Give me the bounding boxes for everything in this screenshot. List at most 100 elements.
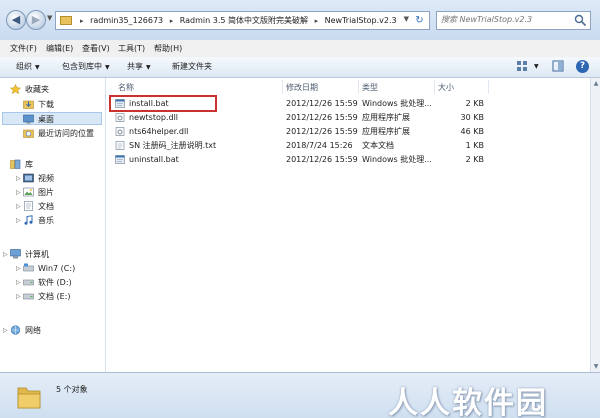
chevron-down-icon: ▼ — [35, 64, 40, 71]
expand-arrow-icon[interactable]: ▷ — [16, 217, 21, 224]
nav-desktop[interactable]: 桌面 — [2, 112, 102, 125]
recent-pages-dropdown-icon[interactable]: ▼ — [47, 14, 52, 22]
system-drive-icon — [23, 263, 34, 271]
column-header-modified[interactable]: 修改日期 — [286, 82, 318, 93]
file-row-uninstall-bat[interactable]: uninstall.bat 2012/12/26 15:59 Windows 批… — [106, 153, 546, 166]
view-dropdown-icon[interactable]: ▼ — [534, 63, 539, 70]
nav-libraries[interactable]: 库 — [10, 158, 33, 171]
nav-drive-d[interactable]: 软件 (D:) — [23, 276, 72, 289]
chevron-down-icon: ▼ — [105, 64, 110, 71]
column-header-name[interactable]: 名称 — [118, 82, 134, 93]
address-bar[interactable]: ▸ radmin35_126673 ▸ Radmin 3.5 简体中文版附完美破… — [55, 11, 430, 30]
item-count: 5 个对象 — [56, 385, 88, 394]
expand-arrow-icon[interactable]: ▷ — [16, 279, 21, 286]
file-type: Windows 批处理... — [362, 155, 432, 164]
nav-documents[interactable]: 文档 — [23, 200, 54, 213]
file-list: 名称 修改日期 类型 大小 install.bat 2012/12/26 15:… — [106, 78, 590, 372]
nav-label: 文档 (E:) — [38, 292, 71, 301]
column-divider[interactable] — [282, 80, 283, 94]
annotation-highlight-box — [109, 95, 217, 112]
organize-label: 组织 — [16, 62, 32, 71]
back-button[interactable]: ◀ — [6, 10, 26, 30]
forward-button[interactable]: ▶ — [26, 10, 46, 30]
refresh-button[interactable]: ↻ — [412, 13, 427, 28]
nav-drive-e[interactable]: 文档 (E:) — [23, 290, 71, 303]
nav-label: Win7 (C:) — [38, 264, 76, 273]
file-name: nts64helper.dll — [129, 127, 189, 136]
file-row-sn-txt[interactable]: SN 注册码_注册说明.txt 2018/7/24 15:26 文本文档 1 K… — [106, 139, 546, 152]
nav-computer[interactable]: 计算机 — [10, 248, 49, 261]
nav-label: 软件 (D:) — [38, 278, 72, 287]
search-box[interactable] — [436, 11, 591, 30]
expand-arrow-icon[interactable]: ▷ — [16, 189, 21, 196]
column-divider[interactable] — [358, 80, 359, 94]
file-size: 2 KB — [465, 99, 484, 108]
expand-arrow-icon[interactable]: ▷ — [3, 251, 8, 258]
organize-button[interactable]: 组织 ▼ — [16, 61, 40, 72]
file-type: 文本文档 — [362, 141, 394, 150]
nav-label: 网络 — [25, 326, 41, 335]
file-type: 应用程序扩展 — [362, 127, 410, 136]
star-icon — [10, 83, 21, 94]
nav-favorites[interactable]: 收藏夹 — [10, 83, 49, 96]
column-divider[interactable] — [434, 80, 435, 94]
menu-file[interactable]: 文件(F) — [10, 43, 37, 54]
search-icon[interactable] — [574, 14, 587, 27]
file-modified: 2012/12/26 15:59 — [286, 113, 358, 122]
expand-arrow-icon[interactable]: ▷ — [16, 293, 21, 300]
folder-icon — [17, 387, 41, 409]
address-dropdown-icon[interactable]: ▼ — [404, 15, 409, 23]
file-name: newtstop.dll — [129, 113, 179, 122]
share-button[interactable]: 共享 ▼ — [127, 61, 151, 72]
breadcrumb-item[interactable]: NewTrialStop.v2.3 — [325, 16, 397, 25]
documents-icon — [24, 200, 33, 211]
menu-help[interactable]: 帮助(H) — [154, 43, 182, 54]
include-label: 包含到库中 — [62, 62, 102, 71]
expand-arrow-icon[interactable]: ▷ — [16, 265, 21, 272]
scroll-up-arrow-icon[interactable]: ▲ — [592, 79, 600, 88]
expand-arrow-icon[interactable]: ▷ — [16, 175, 21, 182]
expand-arrow-icon[interactable]: ▷ — [16, 203, 21, 210]
menu-tools[interactable]: 工具(T) — [118, 43, 145, 54]
new-folder-button[interactable]: 新建文件夹 — [172, 61, 212, 72]
view-options-icon[interactable] — [516, 60, 528, 72]
search-input[interactable] — [441, 15, 569, 24]
nav-label: 收藏夹 — [25, 85, 49, 94]
column-divider[interactable] — [488, 80, 489, 94]
breadcrumb-item[interactable]: Radmin 3.5 简体中文版附完美破解 — [180, 16, 308, 25]
nav-pictures[interactable]: 图片 — [23, 186, 54, 199]
include-in-library-button[interactable]: 包含到库中 ▼ — [62, 61, 110, 72]
file-modified: 2012/12/26 15:59 — [286, 127, 358, 136]
nav-label: 库 — [25, 160, 33, 169]
breadcrumb-chevron-icon[interactable]: ▸ — [315, 17, 319, 25]
file-type: 应用程序扩展 — [362, 113, 410, 122]
nav-network[interactable]: 网络 — [10, 324, 41, 337]
menu-view[interactable]: 查看(V) — [82, 43, 110, 54]
nav-label: 文档 — [38, 202, 54, 211]
dll-file-icon — [115, 113, 125, 122]
help-icon[interactable]: ? — [576, 60, 589, 73]
nav-recent-places[interactable]: 最近访问的位置 — [23, 127, 94, 140]
nav-downloads[interactable]: 下载 — [23, 98, 54, 111]
breadcrumb: ▸ radmin35_126673 ▸ Radmin 3.5 简体中文版附完美破… — [76, 15, 397, 26]
scroll-down-arrow-icon[interactable]: ▼ — [592, 362, 600, 371]
command-bar: 组织 ▼ 包含到库中 ▼ 共享 ▼ 新建文件夹 ▼ ? — [0, 57, 600, 78]
file-modified: 2018/7/24 15:26 — [286, 141, 353, 150]
nav-videos[interactable]: 视频 — [23, 172, 54, 185]
vertical-scrollbar[interactable]: ▲ ▼ — [590, 78, 600, 372]
preview-pane-icon[interactable] — [552, 60, 564, 72]
watermark: 人人软件园 — [388, 386, 548, 418]
column-header-type[interactable]: 类型 — [362, 82, 378, 93]
menu-edit[interactable]: 编辑(E) — [46, 43, 73, 54]
nav-drive-c[interactable]: Win7 (C:) — [23, 262, 75, 275]
expand-arrow-icon[interactable]: ▷ — [3, 327, 8, 334]
nav-music[interactable]: 音乐 — [23, 214, 54, 227]
file-row-newtstop-dll[interactable]: newtstop.dll 2012/12/26 15:59 应用程序扩展 30 … — [106, 111, 546, 124]
breadcrumb-chevron-icon[interactable]: ▸ — [170, 17, 174, 25]
breadcrumb-chevron-icon[interactable]: ▸ — [80, 17, 84, 25]
column-header-size[interactable]: 大小 — [438, 82, 454, 93]
file-modified: 2012/12/26 15:59 — [286, 99, 358, 108]
file-row-nts64helper-dll[interactable]: nts64helper.dll 2012/12/26 15:59 应用程序扩展 … — [106, 125, 546, 138]
breadcrumb-item[interactable]: radmin35_126673 — [90, 16, 163, 25]
computer-icon — [10, 248, 21, 258]
